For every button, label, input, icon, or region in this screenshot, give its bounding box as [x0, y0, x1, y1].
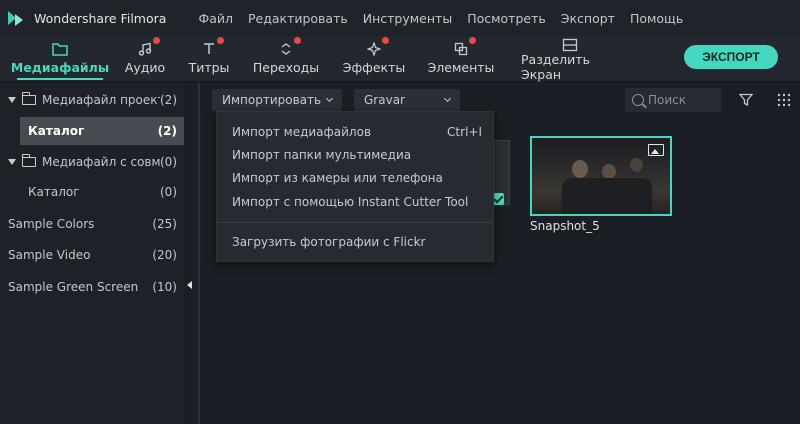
sidebar-item-catalog[interactable]: Каталог (2)	[20, 117, 184, 145]
app-title: Wondershare Filmora	[34, 10, 167, 26]
menu-item-instant-cutter[interactable]: Импорт с помощью Instant Cutter Tool	[232, 191, 482, 213]
grid-view-icon[interactable]	[777, 93, 791, 110]
sidebar-item-label: Каталог	[28, 185, 80, 199]
sidebar-item-label: Медиафайл с совместим	[42, 155, 160, 169]
text-icon	[202, 37, 224, 60]
sidebar-item-catalog-2[interactable]: Каталог (0)	[0, 179, 184, 205]
caret-down-icon[interactable]	[8, 159, 16, 165]
sidebar-item-count: (10)	[152, 280, 177, 294]
folder-icon	[52, 38, 68, 60]
menu-item-shortcut: Ctrl+I	[447, 125, 482, 139]
tab-titles-label: Титры	[188, 60, 230, 75]
sidebar-item-sample-video[interactable]: Sample Video (20)	[0, 242, 184, 268]
sidebar-item-sample-green-screen[interactable]: Sample Green Screen (10)	[0, 274, 184, 300]
menu-file[interactable]: Файл	[198, 11, 233, 26]
tab-effects-label: Эффекты	[342, 60, 406, 75]
search-icon	[632, 94, 644, 106]
tab-split-screen-label: Разделить Экран	[521, 52, 590, 82]
menu-bar: Файл Редактировать Инструменты Посмотрет…	[198, 11, 698, 26]
tab-split-screen[interactable]: Разделить Экран	[521, 36, 619, 82]
elements-badge	[469, 37, 476, 44]
sidebar-item-count: (0)	[160, 155, 177, 169]
chevron-down-icon	[443, 94, 452, 103]
menu-item-label: Загрузить фотографии с Flickr	[232, 235, 426, 249]
menu-item-label: Импорт с помощью Instant Cutter Tool	[232, 195, 469, 209]
split-screen-icon	[562, 38, 578, 52]
export-button[interactable]: ЭКСПОРТ	[684, 45, 778, 69]
effects-sparkle-icon	[367, 37, 389, 60]
menu-item-flickr[interactable]: Загрузить фотографии с Flickr	[232, 231, 482, 253]
menu-item-label: Импорт медиафайлов	[232, 125, 372, 139]
search-input[interactable]	[648, 93, 714, 107]
thumbnail-label: Snapshot_5	[530, 219, 600, 233]
menu-export[interactable]: Экспорт	[561, 11, 615, 26]
titles-badge	[217, 37, 224, 44]
menu-edit[interactable]: Редактировать	[248, 11, 348, 26]
menu-separator	[217, 222, 493, 223]
tab-titles[interactable]: Титры	[188, 36, 230, 82]
caret-down-icon[interactable]	[8, 97, 16, 103]
collapse-sidebar-icon[interactable]	[187, 281, 192, 289]
tab-transitions[interactable]: Переходы	[252, 36, 320, 82]
menu-item-label: Импорт из камеры или телефона	[232, 171, 443, 185]
menu-item-import-media[interactable]: Импорт медиафайлов Ctrl+I	[232, 121, 482, 143]
sidebar-item-label: Sample Colors	[8, 217, 95, 231]
tab-transitions-label: Переходы	[252, 60, 320, 75]
record-dropdown-label: Gravar	[364, 93, 405, 107]
sidebar-item-sample-colors[interactable]: Sample Colors (25)	[0, 211, 184, 237]
audio-badge	[153, 37, 160, 44]
filmora-logo-icon	[8, 9, 26, 27]
menu-tools[interactable]: Инструменты	[363, 11, 452, 26]
menu-item-label: Импорт папки мультимедиа	[232, 148, 412, 162]
search-box[interactable]	[625, 88, 721, 112]
menu-item-import-folder[interactable]: Импорт папки мультимедиа	[232, 144, 482, 166]
folder-icon	[21, 154, 36, 167]
menu-help[interactable]: Помощь	[630, 11, 683, 26]
media-library-sidebar: Медиафайл проекта (2) Каталог (2) Медиаф…	[0, 83, 184, 424]
effects-badge	[382, 37, 389, 44]
tab-audio[interactable]: Аудио	[125, 36, 165, 82]
sidebar-item-count: (2)	[157, 124, 177, 138]
sidebar-item-shared-media[interactable]: Медиафайл с совместим (0)	[0, 149, 184, 175]
import-dropdown-label: Импортировать	[222, 93, 322, 107]
transition-icon	[279, 37, 301, 60]
filter-icon[interactable]	[738, 93, 754, 110]
tab-elements[interactable]: Элементы	[427, 36, 495, 82]
tab-audio-label: Аудио	[124, 60, 166, 75]
tab-media-label: Медиафайлы	[10, 60, 110, 75]
main-toolbar: Медиафайлы Аудио Титры Переходы Эффекты	[0, 36, 800, 82]
title-bar: Wondershare Filmora Файл Редактировать И…	[0, 0, 800, 36]
record-dropdown[interactable]: Gravar	[354, 89, 460, 111]
sidebar-item-count: (20)	[152, 248, 177, 262]
menu-item-import-camera[interactable]: Импорт из камеры или телефона	[232, 167, 482, 189]
tab-elements-label: Элементы	[427, 60, 495, 75]
sidebar-item-label: Sample Green Screen	[8, 280, 139, 294]
folder-icon	[21, 92, 36, 105]
tab-media[interactable]: Медиафайлы	[11, 36, 109, 82]
tab-effects[interactable]: Эффекты	[342, 36, 406, 82]
elements-icon	[454, 37, 476, 60]
sidebar-item-count: (2)	[160, 93, 177, 107]
image-type-icon	[648, 144, 664, 156]
sidebar-item-project-media[interactable]: Медиафайл проекта (2)	[0, 87, 184, 113]
music-note-icon	[138, 37, 160, 60]
transitions-badge	[294, 37, 301, 44]
sidebar-item-label: Каталог	[28, 124, 85, 138]
import-dropdown[interactable]: Импортировать	[212, 89, 342, 111]
import-menu: Импорт медиафайлов Ctrl+I Импорт папки м…	[216, 111, 494, 262]
sidebar-item-count: (25)	[152, 217, 177, 231]
media-thumbnail-snapshot[interactable]	[530, 136, 672, 216]
sidebar-item-count: (0)	[160, 185, 177, 199]
menu-view[interactable]: Посмотреть	[467, 11, 546, 26]
sidebar-item-label: Sample Video	[8, 248, 91, 262]
chevron-down-icon	[325, 94, 334, 103]
sidebar-item-label: Медиафайл проекта	[42, 93, 160, 107]
